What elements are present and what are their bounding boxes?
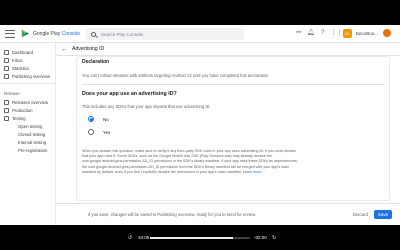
back-arrow-icon[interactable]: ← bbox=[61, 46, 68, 53]
statistics-icon bbox=[4, 65, 9, 71]
search-placeholder: Search Play Console bbox=[101, 31, 144, 37]
rollout-warning-text: You can't rollout releases with artifact… bbox=[82, 73, 269, 78]
sidebar-item-label: Releases overview bbox=[12, 99, 49, 105]
save-bar: If you save, changes will be saved to Pu… bbox=[56, 203, 400, 225]
sidebar-item-pre-registration[interactable]: Pre-registration bbox=[0, 146, 55, 154]
sidebar: Dashboard Inbox Statistics Publishing ov… bbox=[0, 43, 56, 225]
radio-option-no[interactable]: No bbox=[82, 116, 384, 122]
testing-icon bbox=[4, 115, 9, 121]
notifications-icon[interactable]: 🔔︎ bbox=[307, 29, 315, 37]
radio-unchecked-icon[interactable] bbox=[88, 129, 94, 135]
menu-icon[interactable] bbox=[5, 29, 15, 38]
developer-account-name[interactable]: DecoBoo... bbox=[356, 31, 378, 36]
top-bar: Google Play Console Search Play Console … bbox=[0, 25, 400, 43]
learn-more-link[interactable]: Learn more bbox=[243, 170, 262, 174]
elapsed-time: 10:05 bbox=[138, 235, 150, 240]
sidebar-item-label: Closed testing bbox=[18, 131, 46, 137]
brand-suffix: Console bbox=[61, 30, 80, 37]
declaration-content: Declaration You can't rollout releases w… bbox=[82, 58, 384, 198]
developer-account-icon[interactable]: DL bbox=[342, 28, 352, 38]
play-console-logo-icon bbox=[21, 29, 30, 38]
sdk-explanation-text: When you answer this question, make sure… bbox=[82, 149, 298, 174]
sidebar-item-label: Pre-registration bbox=[18, 147, 48, 153]
forward-icon[interactable]: ↻ bbox=[272, 235, 276, 241]
remaining-time: -02:00 bbox=[254, 235, 267, 240]
search-icon bbox=[91, 31, 96, 37]
sidebar-item-testing[interactable]: Testing bbox=[0, 114, 55, 122]
radio-checked-icon[interactable] bbox=[88, 116, 94, 122]
video-progress-bar[interactable] bbox=[150, 237, 250, 239]
publishing-overview-icon bbox=[4, 73, 9, 79]
dashboard-icon bbox=[4, 49, 9, 55]
section-heading: Declaration bbox=[82, 59, 110, 65]
discard-button[interactable]: Discard bbox=[353, 212, 368, 217]
brand-prefix: Google Play bbox=[33, 30, 61, 37]
page-title: Advertising ID bbox=[72, 46, 105, 52]
sidebar-item-open-testing[interactable]: Open testing bbox=[0, 122, 55, 130]
production-icon bbox=[4, 107, 9, 113]
apps-grid-icon[interactable]: ⋮⋮ bbox=[331, 29, 343, 37]
sidebar-item-dashboard[interactable]: Dashboard bbox=[0, 48, 55, 56]
sidebar-item-label: Open testing bbox=[18, 123, 43, 129]
sidebar-item-label: Statistics bbox=[12, 65, 30, 71]
sidebar-item-production[interactable]: Production bbox=[0, 106, 55, 114]
sidebar-item-label: Testing bbox=[12, 115, 26, 121]
sidebar-item-label: Production bbox=[12, 107, 33, 113]
search-input[interactable]: Search Play Console bbox=[86, 28, 244, 40]
top-bar-actions: ⚯ 🔔︎ ? ⋮⋮ DL DecoBoo... bbox=[295, 28, 392, 38]
sidebar-item-label: Internal testing bbox=[18, 139, 47, 145]
sidebar-item-label: Inbox bbox=[12, 57, 23, 63]
rewind-icon[interactable]: ↺ bbox=[128, 235, 132, 241]
radio-label-yes: Yes bbox=[103, 129, 111, 135]
save-button[interactable]: Save bbox=[374, 210, 392, 219]
releases-overview-icon bbox=[4, 99, 9, 105]
video-player-controls: ↺ 10:05 -02:00 ↻ bbox=[0, 225, 400, 250]
sidebar-item-label: Publishing overview bbox=[12, 73, 50, 79]
avatar[interactable] bbox=[382, 28, 392, 38]
sidebar-item-releases-overview[interactable]: Releases overview bbox=[0, 98, 55, 106]
sidebar-item-closed-testing[interactable]: Closed testing bbox=[0, 130, 55, 138]
save-notice-text: If you save, changes will be saved to Pu… bbox=[88, 212, 257, 217]
sidebar-item-inbox[interactable]: Inbox bbox=[0, 56, 55, 64]
radio-option-yes[interactable]: Yes bbox=[82, 129, 384, 135]
sidebar-item-internal-testing[interactable]: Internal testing bbox=[0, 138, 55, 146]
video-progress-fill bbox=[150, 237, 233, 239]
sidebar-divider bbox=[0, 83, 55, 84]
sidebar-section-release: Release bbox=[4, 91, 20, 96]
sidebar-item-publishing-overview[interactable]: Publishing overview bbox=[0, 72, 55, 80]
sdk-explanation-paragraph: When you answer this question, make sure… bbox=[82, 149, 302, 175]
link-icon[interactable]: ⚯ bbox=[295, 29, 303, 37]
question-description: This includes any SDKs that your app imp… bbox=[82, 104, 210, 109]
radio-label-no: No bbox=[103, 116, 109, 122]
brand-title[interactable]: Google Play Console bbox=[33, 31, 80, 37]
section-divider bbox=[82, 84, 384, 85]
advertising-id-question: Does your app use an advertising ID? bbox=[82, 91, 177, 97]
inbox-icon bbox=[4, 57, 9, 63]
page-header: ← Advertising ID bbox=[56, 43, 400, 56]
help-icon[interactable]: ? bbox=[319, 29, 327, 37]
sidebar-item-label: Dashboard bbox=[12, 49, 34, 55]
app-frame: Google Play Console Search Play Console … bbox=[0, 25, 400, 225]
sidebar-item-statistics[interactable]: Statistics bbox=[0, 64, 55, 72]
